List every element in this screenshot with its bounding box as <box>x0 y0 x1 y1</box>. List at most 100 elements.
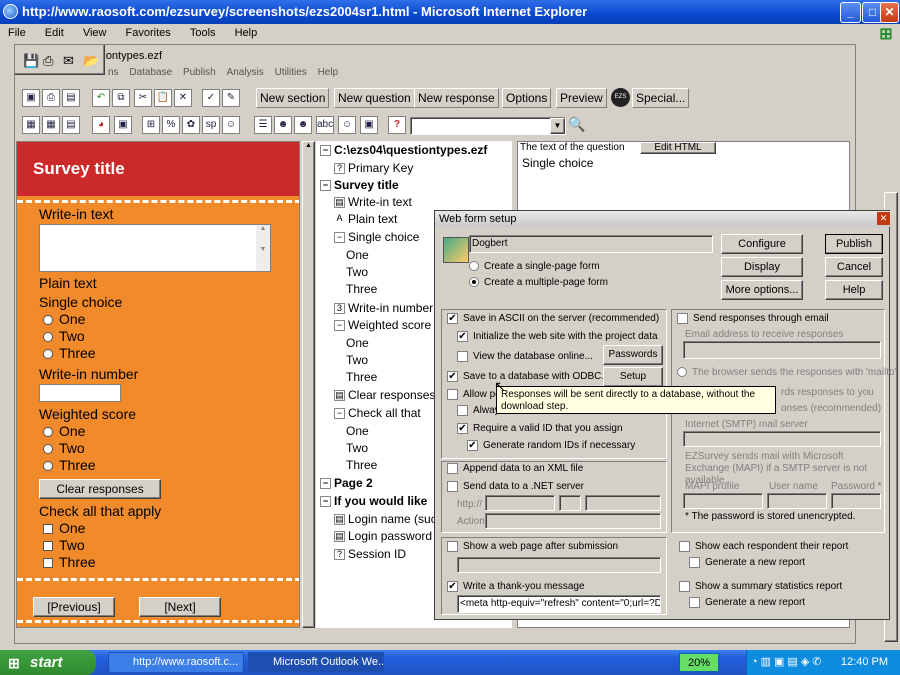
find-icon[interactable]: 🔍 <box>568 116 585 133</box>
grid-icon[interactable]: ▦ <box>42 116 60 134</box>
close-button[interactable]: ✕ <box>880 2 899 23</box>
show-web-page-checkbox[interactable]: Show a web page after submission <box>447 541 618 552</box>
tree-root[interactable]: − C:\ezs04\questiontypes.ezf <box>320 143 487 157</box>
previous-button[interactable]: [Previous] <box>33 597 115 617</box>
action-field[interactable] <box>485 513 661 529</box>
multi-page-radio[interactable]: Create a multiple-page form <box>469 277 608 288</box>
pie-chart-icon[interactable]: ◕ <box>92 116 110 134</box>
face-grid-icon[interactable]: ☻ <box>294 116 312 134</box>
cut-icon[interactable]: ✂ <box>134 89 152 107</box>
new-response-button[interactable]: New response <box>414 88 499 108</box>
crosstab-icon[interactable]: ⊞ <box>142 116 160 134</box>
passwords-button[interactable]: Passwords <box>603 345 663 365</box>
help-button[interactable]: Help <box>825 280 883 300</box>
list-icon[interactable]: ☰ <box>254 116 272 134</box>
preview-icon[interactable]: ▤ <box>62 89 80 107</box>
table-icon[interactable]: ▦ <box>22 116 40 134</box>
undo-icon[interactable]: ↶ <box>92 89 110 107</box>
tree-node-one[interactable]: One <box>346 336 369 350</box>
init-web-checkbox[interactable]: ✔ Initialize the web site with the projec… <box>457 331 658 342</box>
setup-button[interactable]: Setup <box>603 367 663 387</box>
browser-mailto-radio[interactable]: The browser sends the responses with 'ma… <box>677 367 896 378</box>
app-menu-utilities[interactable]: Utilities <box>275 67 307 78</box>
tree-node-write-in-number[interactable]: 3 Write-in number <box>334 301 433 315</box>
send-net-checkbox[interactable]: Send data to a .NET server <box>447 481 584 492</box>
preview-button[interactable]: Preview <box>556 88 607 108</box>
menu-file[interactable]: File <box>8 27 26 39</box>
menu-help[interactable]: Help <box>235 27 258 39</box>
menu-favorites[interactable]: Favorites <box>126 27 171 39</box>
clear-responses-button[interactable]: Clear responses <box>39 479 161 499</box>
write-in-textarea[interactable]: ▲ ▼ <box>39 224 271 272</box>
tree-node-check-all[interactable]: − Check all that <box>334 406 421 420</box>
tree-node-clear-responses[interactable]: ▤ Clear responses <box>334 388 435 402</box>
print-icon[interactable]: ⎙ <box>42 89 60 107</box>
layout-icon[interactable]: ▣ <box>360 116 378 134</box>
tree-node-weighted-score[interactable]: − Weighted score <box>334 318 431 332</box>
app-menu-analysis[interactable]: Analysis <box>227 67 264 78</box>
taskbar-item-ie[interactable]: http://www.raosoft.c... <box>108 652 244 673</box>
chevron-down-icon[interactable]: ▼ <box>550 118 565 134</box>
tree-node-login-password[interactable]: ▤ Login password <box>334 529 432 543</box>
chart-add-icon[interactable]: ▤ <box>62 116 80 134</box>
menu-tools[interactable]: Tools <box>190 27 216 39</box>
next-button[interactable]: [Next] <box>139 597 221 617</box>
paste-icon[interactable]: 📋 <box>154 89 172 107</box>
tree-node-three[interactable]: Three <box>346 458 377 472</box>
password-field[interactable] <box>831 493 881 509</box>
print-icon[interactable]: ⎙ <box>43 53 53 69</box>
tree-node-page-2[interactable]: − Page 2 <box>320 476 373 490</box>
tree-node-three[interactable]: Three <box>346 282 377 296</box>
copy-icon[interactable]: ⧉ <box>112 89 130 107</box>
check-spelling-icon[interactable]: ✓ <box>202 89 220 107</box>
menu-view[interactable]: View <box>83 27 107 39</box>
show-each-checkbox[interactable]: Show each respondent their report <box>679 541 848 552</box>
folder-icon[interactable]: 📂 <box>83 53 99 69</box>
menu-edit[interactable]: Edit <box>45 27 64 39</box>
gen-random-checkbox[interactable]: ✔ Generate random IDs if necessary <box>467 440 635 451</box>
smtp-field[interactable] <box>683 431 881 447</box>
user-name-field[interactable] <box>767 493 827 509</box>
battery-indicator[interactable]: 20% <box>679 653 719 672</box>
new-question-button[interactable]: New question <box>334 88 415 108</box>
app-menu-help[interactable]: Help <box>318 67 339 78</box>
http-host-field[interactable] <box>485 495 555 511</box>
app-menu-database[interactable]: Database <box>129 67 172 78</box>
view-db-checkbox[interactable]: View the database online... <box>457 351 593 362</box>
tree-node-two[interactable]: Two <box>346 353 368 367</box>
weighted-option-one[interactable]: One <box>43 423 85 439</box>
mapi-profile-field[interactable] <box>683 493 763 509</box>
person-icon[interactable]: ☺ <box>222 116 240 134</box>
web-page-field[interactable] <box>457 557 661 573</box>
survey-scrollbar[interactable]: ▲ <box>302 141 315 628</box>
app-menu-ns[interactable]: ns <box>108 67 119 78</box>
gen-new-report-2-checkbox[interactable]: Generate a new report <box>689 597 805 608</box>
show-summary-checkbox[interactable]: Show a summary statistics report <box>679 581 842 592</box>
stats-icon[interactable]: ✿ <box>182 116 200 134</box>
write-thanks-checkbox[interactable]: ✔ Write a thank-you message <box>447 581 585 592</box>
search-combo[interactable] <box>410 117 566 135</box>
single-option-one[interactable]: One <box>43 311 85 327</box>
delete-icon[interactable]: ✕ <box>174 89 192 107</box>
taskbar-item-outlook[interactable]: Microsoft Outlook We... <box>248 652 384 673</box>
gen-new-report-1-checkbox[interactable]: Generate a new report <box>689 557 805 568</box>
configure-sites-button[interactable]: Configure sites... <box>721 234 803 268</box>
tree-node-one[interactable]: One <box>346 248 369 262</box>
face-list-icon[interactable]: ☻ <box>274 116 292 134</box>
tree-node-single-choice[interactable]: − Single choice <box>334 230 419 244</box>
tree-node-login-name[interactable]: ▤ Login name (such <box>334 512 443 526</box>
single-option-three[interactable]: Three <box>43 345 96 361</box>
append-xml-checkbox[interactable]: Append data to an XML file <box>447 463 583 474</box>
help-icon[interactable]: ? <box>388 116 406 134</box>
tree-node-one[interactable]: One <box>346 424 369 438</box>
save-icon[interactable]: ▣ <box>22 89 40 107</box>
tree-node-two[interactable]: Two <box>346 441 368 455</box>
mail-icon[interactable]: ✉ <box>63 53 74 69</box>
minimize-button[interactable]: _ <box>840 2 861 23</box>
tree-node-session-id[interactable]: ? Session ID <box>334 547 406 561</box>
special-button[interactable]: Special... <box>632 88 690 108</box>
tray-icons[interactable]: ◔▥▣▤◈✆ <box>751 650 825 675</box>
save-ascii-checkbox[interactable]: ✔ Save in ASCII on the server (recommende… <box>447 313 659 324</box>
require-id-checkbox[interactable]: ✔ Require a valid ID that you assign <box>457 423 623 434</box>
abc-icon[interactable]: abc <box>316 116 334 134</box>
